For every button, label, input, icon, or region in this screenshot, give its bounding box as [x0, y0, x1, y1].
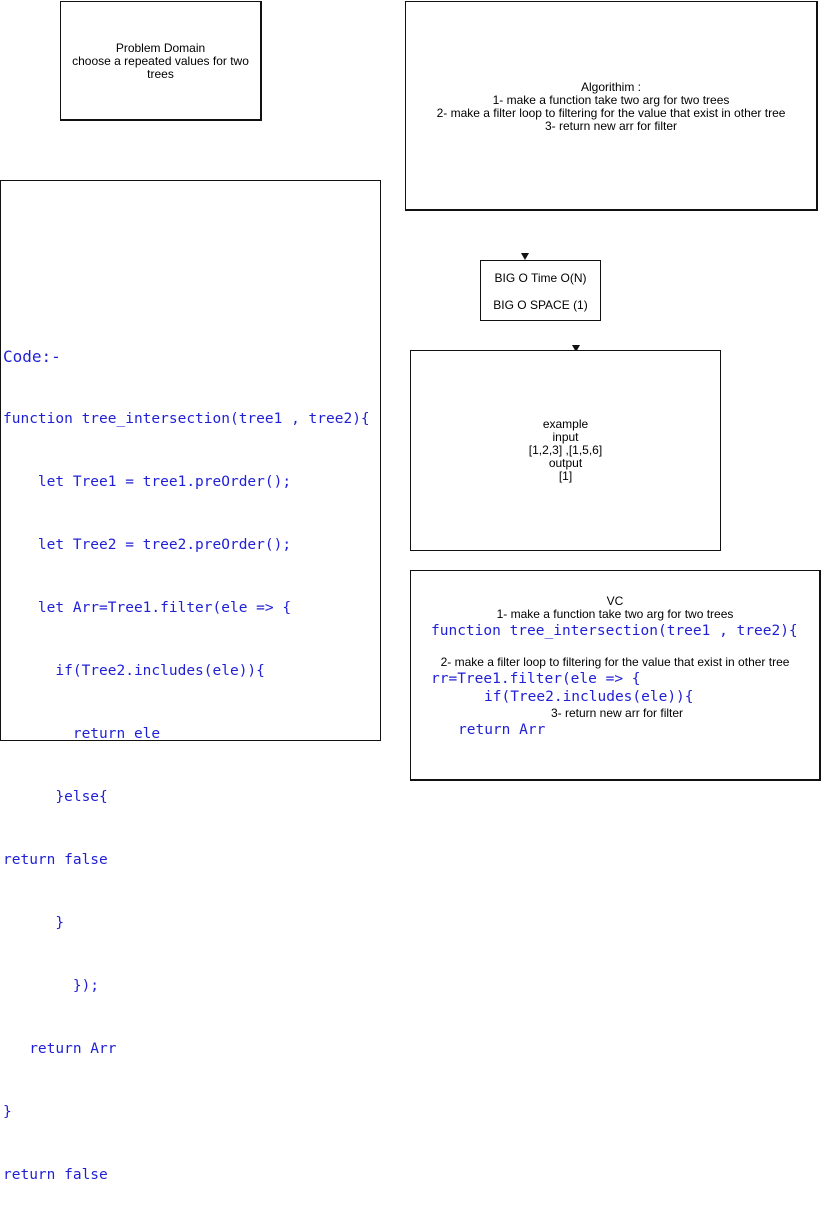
big-o-time: BIG O Time O(N): [494, 271, 587, 285]
code-line: return false: [3, 852, 108, 868]
big-o-box[interactable]: BIG O Time O(N) BIG O SPACE (1): [480, 260, 601, 321]
code-line: return false: [3, 1167, 108, 1183]
example-output-value: [1]: [558, 469, 573, 483]
code-line: function tree_intersection(tree1 , tree2…: [3, 411, 370, 427]
arrow-down-icon: [521, 253, 529, 260]
code-line: }else{: [3, 789, 108, 805]
code-heading: Code:-: [3, 347, 61, 366]
code-line: }: [3, 915, 65, 931]
vc-code-line: function tree_intersection(tree1 , tree2…: [431, 623, 798, 639]
problem-domain-box[interactable]: Problem Domain choose a repeated values …: [60, 1, 262, 121]
vc-box[interactable]: VC 1- make a function take two arg for t…: [410, 570, 821, 781]
vc-code-line: return Arr: [458, 722, 546, 738]
algorithm-text: Algorithim : 1- make a function take two…: [406, 81, 816, 133]
code-line: let Tree1 = tree1.preOrder();: [3, 474, 292, 490]
code-line: return Arr: [3, 1041, 117, 1057]
code-line: });: [3, 978, 100, 994]
big-o-space: BIG O SPACE (1): [493, 298, 588, 312]
example-box[interactable]: example input [1,2,3] ,[1,5,6] output [1…: [410, 350, 721, 551]
vc-step-2: 2- make a filter loop to filtering for t…: [440, 655, 790, 669]
problem-domain-line-2: trees: [147, 67, 174, 81]
code-block: Code:- function tree_intersection(tree1 …: [3, 304, 370, 1228]
algorithm-step-3: 3- return new arr for filter: [544, 119, 678, 133]
vc-step-1: 1- make a function take two arg for two …: [496, 607, 734, 621]
code-line: let Arr=Tree1.filter(ele => {: [3, 600, 292, 616]
code-box[interactable]: Code:- function tree_intersection(tree1 …: [0, 180, 381, 1183]
code-line: let Tree2 = tree2.preOrder();: [3, 537, 292, 553]
code-line: }: [3, 1104, 12, 1120]
code-line: if(Tree2.includes(ele)){: [3, 663, 265, 679]
vc-code-line: if(Tree2.includes(ele)){: [484, 689, 694, 705]
vc-step-3: 3- return new arr for filter: [551, 706, 684, 720]
algorithm-box[interactable]: Algorithim : 1- make a function take two…: [405, 1, 818, 211]
problem-domain-text: Problem Domain choose a repeated values …: [61, 42, 260, 81]
code-line: return ele: [3, 726, 161, 742]
example-text: example input [1,2,3] ,[1,5,6] output [1…: [411, 418, 720, 483]
